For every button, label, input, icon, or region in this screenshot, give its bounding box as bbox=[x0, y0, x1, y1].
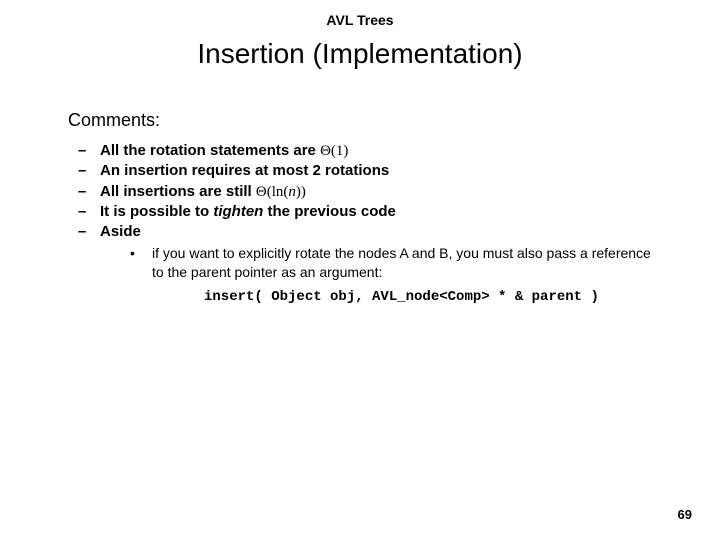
slide: { "header": "AVL Trees", "title": "Inser… bbox=[0, 0, 720, 540]
sub-text: if you want to explicitly rotate the nod… bbox=[152, 245, 651, 280]
code-line: insert( Object obj, AVL_node<Comp> * & p… bbox=[152, 288, 652, 307]
bullet-text: All the rotation statements are bbox=[100, 142, 320, 159]
sub-list-item: if you want to explicitly rotate the nod… bbox=[130, 244, 652, 307]
list-item: It is possible to tighten the previous c… bbox=[78, 202, 652, 222]
bullet-text: the previous code bbox=[263, 203, 396, 220]
var-n: n bbox=[288, 184, 296, 200]
bullet-text: It is possible to bbox=[100, 203, 213, 220]
theta-expr: Θ(ln(n)) bbox=[256, 184, 306, 200]
list-item: All the rotation statements are Θ(1) bbox=[78, 141, 652, 161]
em-text: tighten bbox=[213, 203, 263, 220]
slide-header: AVL Trees bbox=[0, 0, 720, 28]
slide-body: Comments: All the rotation statements ar… bbox=[0, 70, 720, 307]
list-item: Aside if you want to explicitly rotate t… bbox=[78, 222, 652, 307]
slide-title: Insertion (Implementation) bbox=[0, 38, 720, 70]
bullet-text: All insertions are still bbox=[100, 183, 256, 200]
list-item: All insertions are still Θ(ln(n)) bbox=[78, 182, 652, 202]
list-item: An insertion requires at most 2 rotation… bbox=[78, 161, 652, 181]
sub-list: if you want to explicitly rotate the nod… bbox=[100, 244, 652, 307]
bullet-text: An insertion requires at most 2 rotation… bbox=[100, 162, 389, 179]
theta-expr: Θ(1) bbox=[320, 143, 348, 159]
theta-close: )) bbox=[296, 184, 306, 200]
bullet-list: All the rotation statements are Θ(1) An … bbox=[68, 141, 652, 307]
theta-open: Θ(ln( bbox=[256, 184, 289, 200]
comments-label: Comments: bbox=[68, 110, 652, 131]
bullet-text: Aside bbox=[100, 223, 141, 240]
page-number: 69 bbox=[678, 507, 692, 522]
